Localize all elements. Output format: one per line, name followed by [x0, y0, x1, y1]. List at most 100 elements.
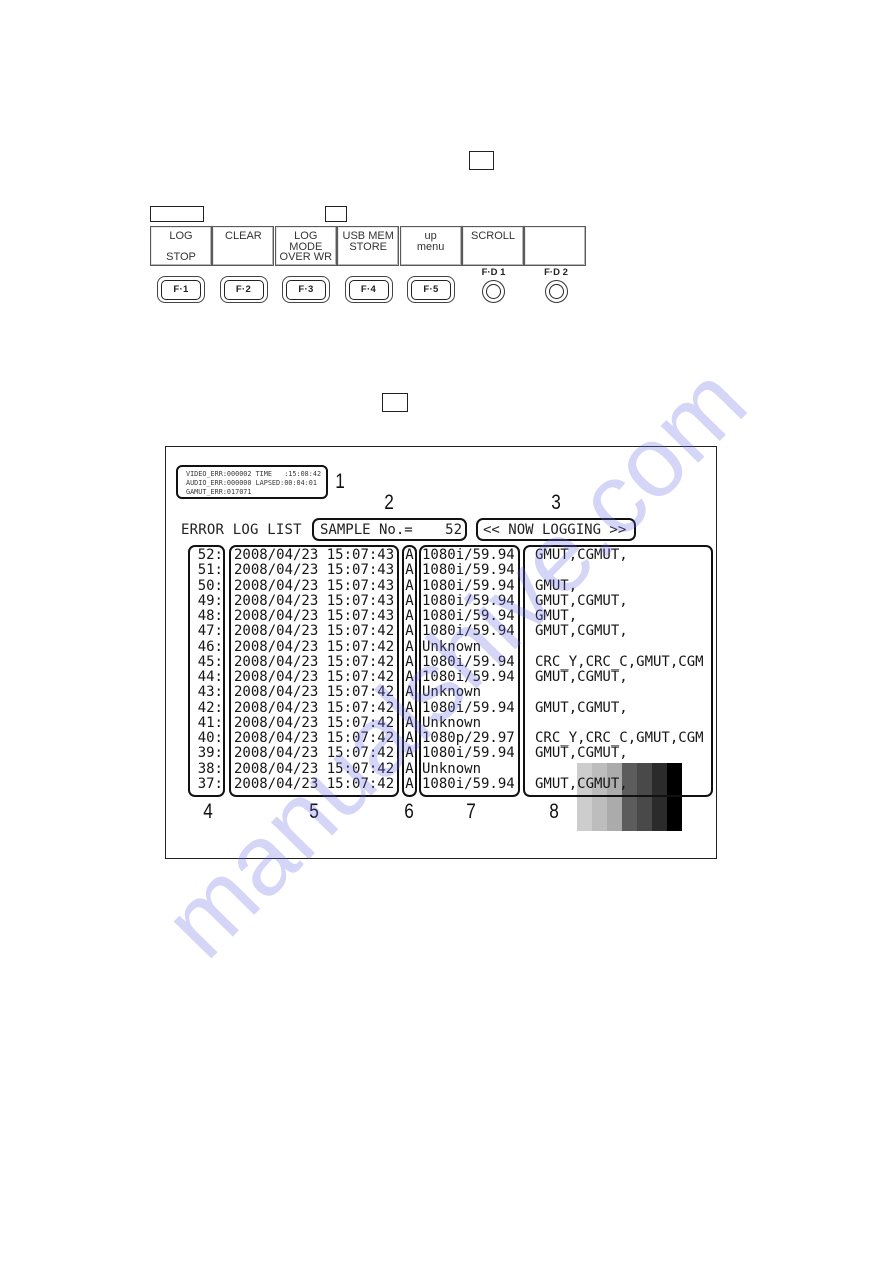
function-key-f1[interactable]: F·1 [157, 276, 205, 303]
log-row-date: 2008/04/23 [234, 699, 319, 716]
menu-button-label: menu [416, 240, 445, 253]
function-dial-fd1-knob[interactable] [482, 280, 505, 303]
menu-button-label: SCROLL [470, 230, 516, 242]
log-row-datetime: 2008/04/23 15:07:42 [231, 624, 397, 639]
function-key-label: F·1 [161, 279, 201, 300]
menu-button-label: up [424, 230, 437, 242]
log-row-number: 39: [197, 745, 223, 762]
log-row-number: 49: [197, 592, 223, 609]
log-row-number: 45: [197, 653, 223, 670]
log-row-time: 15:07:42 [326, 699, 395, 716]
log-row-input: A [405, 592, 414, 609]
log-row-errors: GMUT,CGMUT, [535, 699, 628, 716]
log-row-datetime: 2008/04/23 15:07:43 [231, 563, 397, 578]
log-row-time: 15:07:42 [326, 745, 395, 762]
log-row-number: 52: [197, 547, 223, 563]
log-row-date: 2008/04/23 [234, 547, 319, 563]
log-row-input: A [405, 547, 414, 563]
log-row-time: 15:07:43 [326, 547, 395, 563]
log-row-input: A [405, 760, 414, 777]
column-input-channel: AAAAAAAAAAAAAAAA [402, 545, 417, 797]
log-row-format: 1080p/29.97 [422, 730, 515, 747]
menu-button-up-menu[interactable]: up menu [399, 226, 462, 266]
log-row-errors [525, 716, 711, 731]
log-row-number: 41: [197, 714, 223, 731]
log-row-datetime: 2008/04/23 15:07:42 [231, 714, 397, 731]
log-row-format: Unknown [422, 638, 482, 655]
blank-key-box [382, 393, 408, 412]
log-row-datetime: 2008/04/23 15:07:43 [231, 577, 397, 594]
function-dial-fd2-knob[interactable] [544, 280, 568, 303]
log-row-format: 1080i/59.94 [422, 592, 515, 609]
log-row-time: 15:07:43 [326, 562, 395, 579]
column-date-time: 2008/04/23 15:07:43 2008/04/23 15:07:43 20… [229, 545, 399, 797]
log-row-date: 2008/04/23 [234, 562, 319, 579]
log-row-format: Unknown [422, 684, 482, 701]
callout-5: 5 [309, 800, 319, 823]
error-log-title: ERROR LOG LIST [181, 522, 302, 538]
log-row-number: 43: [197, 684, 223, 701]
log-row-datetime: 2008/04/23 15:07:42 [231, 746, 397, 761]
log-row-datetime: 2008/04/23 15:07:42 [231, 699, 397, 716]
log-row-date: 2008/04/23 [234, 577, 319, 594]
log-row-time: 15:07:42 [326, 684, 395, 701]
menu-button-label: STOP [166, 251, 196, 264]
blank-key-box [150, 206, 204, 222]
log-row-number: 47: [197, 623, 223, 640]
log-row-date: 2008/04/23 [234, 623, 319, 640]
menu-button-usb-mem-store[interactable]: USB MEM STORE [337, 226, 400, 266]
menu-button-log-mode[interactable]: LOG MODE OVER WR [274, 226, 337, 266]
log-row-time: 15:07:42 [326, 653, 395, 670]
log-row-input: A [405, 577, 414, 594]
log-row-time: 15:07:43 [326, 592, 395, 609]
manual-page: LOG STOP CLEAR LOG MODE OVER WR USB MEM STORE up… [0, 0, 893, 1263]
menu-button-log-stop[interactable]: LOG STOP [150, 226, 212, 266]
function-key-label: F·5 [411, 279, 451, 300]
log-row-format: 1080i/59.94 [422, 745, 515, 762]
log-row-input: A [405, 775, 414, 792]
log-row-date: 2008/04/23 [234, 714, 319, 731]
menu-button-label: LOG [294, 230, 318, 242]
menu-button-blank[interactable] [524, 226, 587, 266]
log-row-input: A [405, 699, 414, 716]
log-row-number: 48: [197, 608, 223, 625]
log-row-datetime: 2008/04/23 15:07:43 [231, 592, 397, 609]
function-key-label: F·3 [286, 279, 326, 300]
sample-number-value: 52 [445, 522, 462, 538]
status-line-video-err: VIDEO_ERR:000002 TIME :15:08:42 [186, 470, 322, 478]
function-key-f2[interactable]: F·2 [219, 276, 268, 303]
log-row-input: A [405, 638, 414, 655]
log-row-date: 2008/04/23 [234, 745, 319, 762]
function-key-f3[interactable]: F·3 [282, 276, 330, 303]
log-row-number: 51: [197, 562, 223, 579]
log-row-number: 50: [197, 577, 223, 594]
error-count-status-box: VIDEO_ERR:000002 TIME :15:08:42 AUDIO_ER… [176, 465, 328, 499]
menu-button-clear[interactable]: CLEAR [212, 226, 275, 266]
sample-number-label: SAMPLE No.= [320, 522, 413, 538]
menu-button-label: LOG [169, 230, 193, 242]
knob-label: F·D 2 [544, 267, 568, 278]
function-key-label: F·2 [223, 279, 264, 300]
log-row-errors: CRC_Y,CRC_C,GMUT,CGM [535, 730, 704, 747]
function-key-f5[interactable]: F·5 [407, 276, 455, 303]
logging-status-box: << NOW LOGGING >> [476, 518, 636, 541]
log-row-date: 2008/04/23 [234, 653, 319, 670]
column-video-format: 1080i/59.94 1080i/59.94 1080i/59.94 1080i/5… [419, 545, 520, 797]
log-row-time: 15:07:42 [326, 760, 395, 777]
log-row-number: 37: [197, 775, 223, 792]
callout-6: 6 [404, 800, 414, 823]
log-row-number: 44: [197, 669, 223, 686]
status-line-audio-err: AUDIO_ERR:000000 LAPSED:00:04:01 [186, 479, 317, 488]
log-row-errors: GMUT,CGMUT, [535, 745, 628, 762]
log-row-format: 1080i/59.94 [422, 623, 515, 640]
error-log-screen: VIDEO_ERR:000002 TIME :15:08:42 AUDIO_ER… [165, 446, 717, 859]
log-row-format: 1080i/59.94 [422, 653, 515, 670]
menu-button-scroll[interactable]: SCROLL [462, 226, 524, 266]
function-key-f4[interactable]: F·4 [344, 276, 393, 303]
callout-1: 1 [335, 470, 345, 493]
log-row-time: 15:07:43 [326, 577, 395, 594]
blank-key-box [325, 206, 347, 222]
log-row-time: 15:07:42 [326, 669, 395, 686]
log-row-date: 2008/04/23 [234, 760, 319, 777]
log-row-format: 1080i/59.94 [422, 577, 515, 594]
